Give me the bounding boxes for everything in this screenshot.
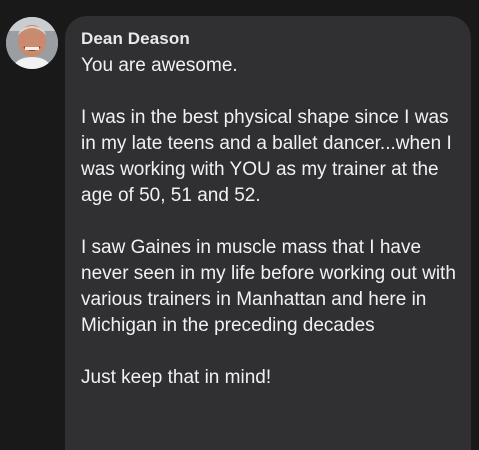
author-name[interactable]: Dean Deason	[81, 29, 190, 49]
comment-text: You are awesome. I was in the best physi…	[81, 53, 466, 417]
comment-paragraph: You are awesome.	[81, 55, 238, 76]
comment-bubble: Dean Deason You are awesome. I was in th…	[65, 16, 471, 450]
avatar[interactable]	[6, 17, 58, 69]
profile-photo-icon	[6, 17, 58, 69]
comment-paragraph: Just keep that in mind!	[81, 367, 272, 388]
comment-thread: Dean Deason You are awesome. I was in th…	[0, 0, 479, 450]
comment-paragraph: I saw Gaines in muscle mass that I have …	[81, 237, 456, 336]
comment-paragraph: I was in the best physical shape since I…	[81, 107, 452, 206]
